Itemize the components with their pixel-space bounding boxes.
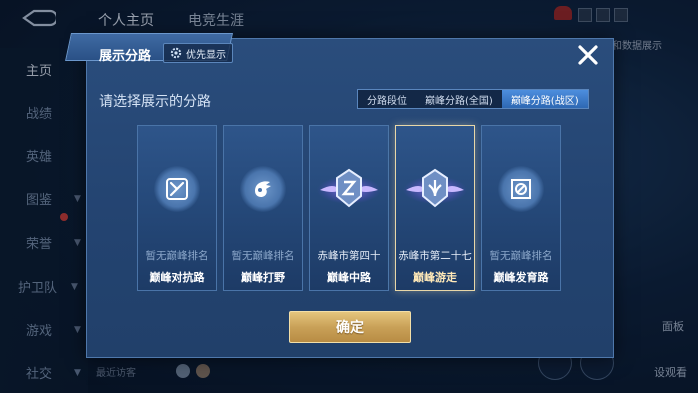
lane-rank-text: 赤峰市第四十 bbox=[317, 250, 381, 262]
jungle-dragon-icon bbox=[255, 181, 271, 197]
lane-rank-text: 暂无巅峰排名 bbox=[231, 250, 295, 262]
icon-ring bbox=[498, 166, 544, 212]
dialog-subtitle: 请选择展示的分路 bbox=[99, 94, 211, 110]
lane-card-top[interactable]: 暂无巅峰排名 巅峰对抗路 bbox=[137, 125, 217, 291]
icon-ring bbox=[240, 166, 286, 212]
priority-display-button[interactable]: 优先显示 bbox=[163, 43, 233, 63]
close-icon[interactable] bbox=[575, 42, 601, 68]
lane-card-jungle[interactable]: 暂无巅峰排名 巅峰打野 bbox=[223, 125, 303, 291]
lane-display-dialog: 展示分路 优先显示 请选择展示的分路 分路段位 巅峰分路(全国) 巅峰分路(战区… bbox=[65, 33, 614, 358]
lane-rank-text: 赤峰市第二十七 bbox=[398, 250, 472, 262]
confirm-button[interactable]: 确定 bbox=[289, 311, 411, 343]
winged-emblem-mid-icon bbox=[317, 168, 381, 208]
winged-emblem-roam-icon bbox=[403, 168, 467, 208]
tab-peak-region[interactable]: 巅峰分路(战区) bbox=[501, 90, 588, 108]
farm-lane-icon bbox=[511, 179, 531, 199]
icon-ring bbox=[154, 166, 200, 212]
tab-peak-national[interactable]: 巅峰分路(全国) bbox=[416, 90, 502, 108]
lane-card-mid[interactable]: 赤峰市第四十 巅峰中路 bbox=[309, 125, 389, 291]
sword-crossed-icon bbox=[166, 178, 188, 200]
lane-name: 巅峰发育路 bbox=[493, 271, 549, 284]
lane-name: 巅峰对抗路 bbox=[149, 271, 205, 284]
lane-card-farm[interactable]: 暂无巅峰排名 巅峰发育路 bbox=[481, 125, 561, 291]
lane-card-roam[interactable]: 赤峰市第二十七 巅峰游走 bbox=[395, 125, 475, 291]
priority-display-label: 优先显示 bbox=[186, 49, 226, 61]
tab-lane-rank[interactable]: 分路段位 bbox=[358, 90, 416, 108]
dialog-title: 展示分路 bbox=[99, 49, 152, 64]
lane-name: 巅峰打野 bbox=[241, 271, 285, 284]
lane-rank-text: 暂无巅峰排名 bbox=[489, 250, 553, 262]
lane-source-tabs: 分路段位 巅峰分路(全国) 巅峰分路(战区) bbox=[357, 89, 589, 109]
lane-card-list: 暂无巅峰排名 巅峰对抗路 暂无巅峰排名 巅峰打野 赤峰市第四十 巅峰中路 赤峰市… bbox=[137, 125, 561, 291]
lane-rank-text: 暂无巅峰排名 bbox=[145, 250, 209, 262]
lane-name: 巅峰游走 bbox=[413, 271, 457, 284]
lane-name: 巅峰中路 bbox=[327, 271, 371, 284]
gear-icon bbox=[170, 47, 182, 59]
